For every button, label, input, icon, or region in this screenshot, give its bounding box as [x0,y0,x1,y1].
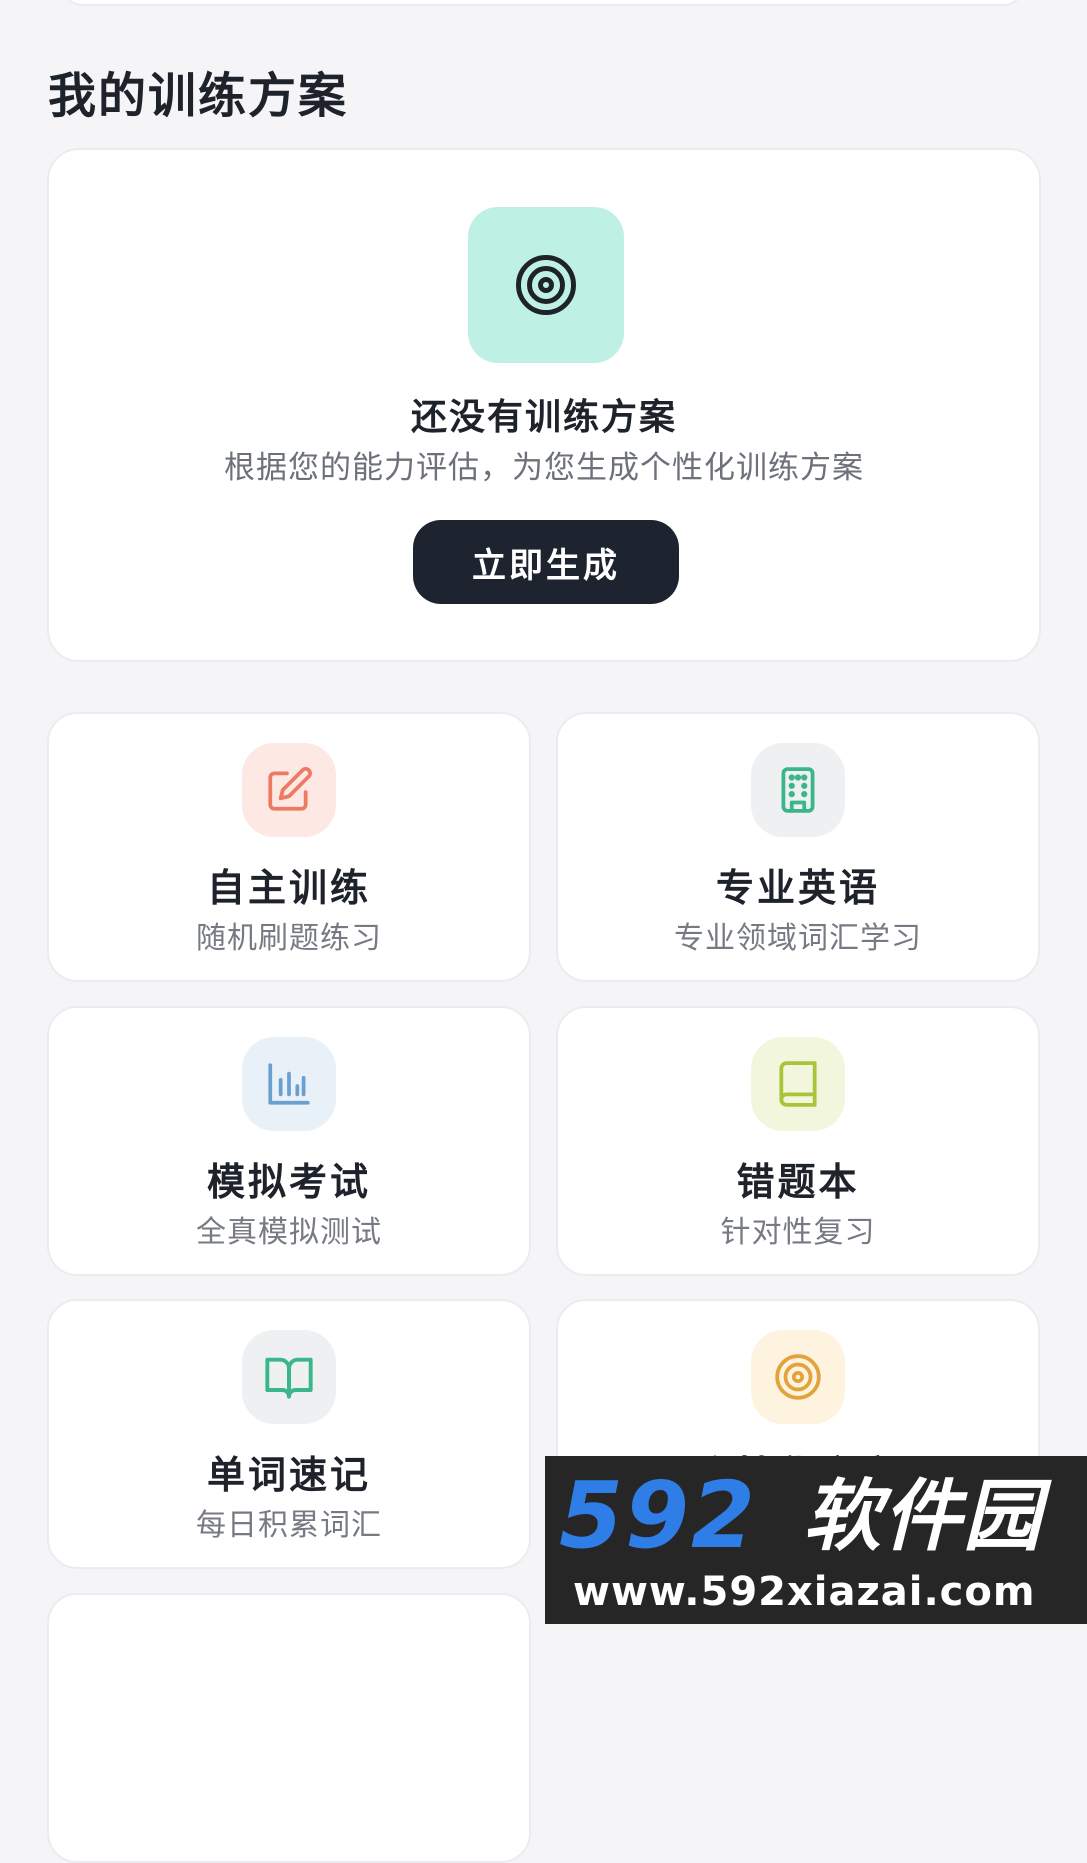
bar-chart-icon [268,1063,310,1105]
watermark: 592 软件园 www.592xiazai.com [545,1456,1087,1624]
watermark-name: 软件园 [803,1472,1044,1562]
feature-tile-next[interactable] [47,1593,531,1863]
tile-subtitle: 全真模拟测试 [196,1215,382,1250]
feature-tile-mistake-book[interactable]: 错题本 针对性复习 [556,1006,1040,1276]
tile-title: 模拟考试 [206,1160,371,1204]
target-icon [775,1354,821,1400]
tile-icon-box [242,1037,336,1131]
tile-icon-box [751,743,845,837]
previous-card [60,0,1026,6]
watermark-url: www.592xiazai.com [573,1569,1036,1615]
training-plan-card: 还没有训练方案 根据您的能力评估，为您生成个性化训练方案 立即生成 [47,148,1041,662]
tile-title: 错题本 [736,1160,860,1204]
tile-subtitle: 随机刷题练习 [196,921,382,956]
tile-title: 自主训练 [206,866,371,910]
building-icon [781,767,815,813]
plan-heading: 还没有训练方案 [410,397,677,438]
feature-tile-mock-exam[interactable]: 模拟考试 全真模拟测试 [47,1006,531,1276]
open-book-icon [265,1357,313,1399]
book-icon [779,1061,817,1107]
tile-subtitle: 针对性复习 [720,1215,876,1250]
target-icon [516,255,576,315]
tile-icon-box [242,743,336,837]
plan-subtitle: 根据您的能力评估，为您生成个性化训练方案 [224,450,864,486]
tile-subtitle: 每日积累词汇 [196,1508,382,1543]
tile-subtitle: 专业领域词汇学习 [674,921,922,956]
tile-title: 专业英语 [715,866,880,910]
tile-icon-box [751,1037,845,1131]
plan-icon-box [468,207,624,363]
watermark-number: 592 [559,1462,758,1569]
edit-icon [268,767,312,811]
tile-icon-box [242,1330,336,1424]
tile-title: 单词速记 [206,1453,371,1497]
feature-tile-self-training[interactable]: 自主训练 随机刷题练习 [47,712,531,982]
tile-icon-box [751,1330,845,1424]
section-title: 我的训练方案 [48,68,349,124]
feature-tile-word-memorize[interactable]: 单词速记 每日积累词汇 [47,1299,531,1569]
feature-tile-professional-english[interactable]: 专业英语 专业领域词汇学习 [556,712,1040,982]
generate-now-button[interactable]: 立即生成 [413,520,679,604]
